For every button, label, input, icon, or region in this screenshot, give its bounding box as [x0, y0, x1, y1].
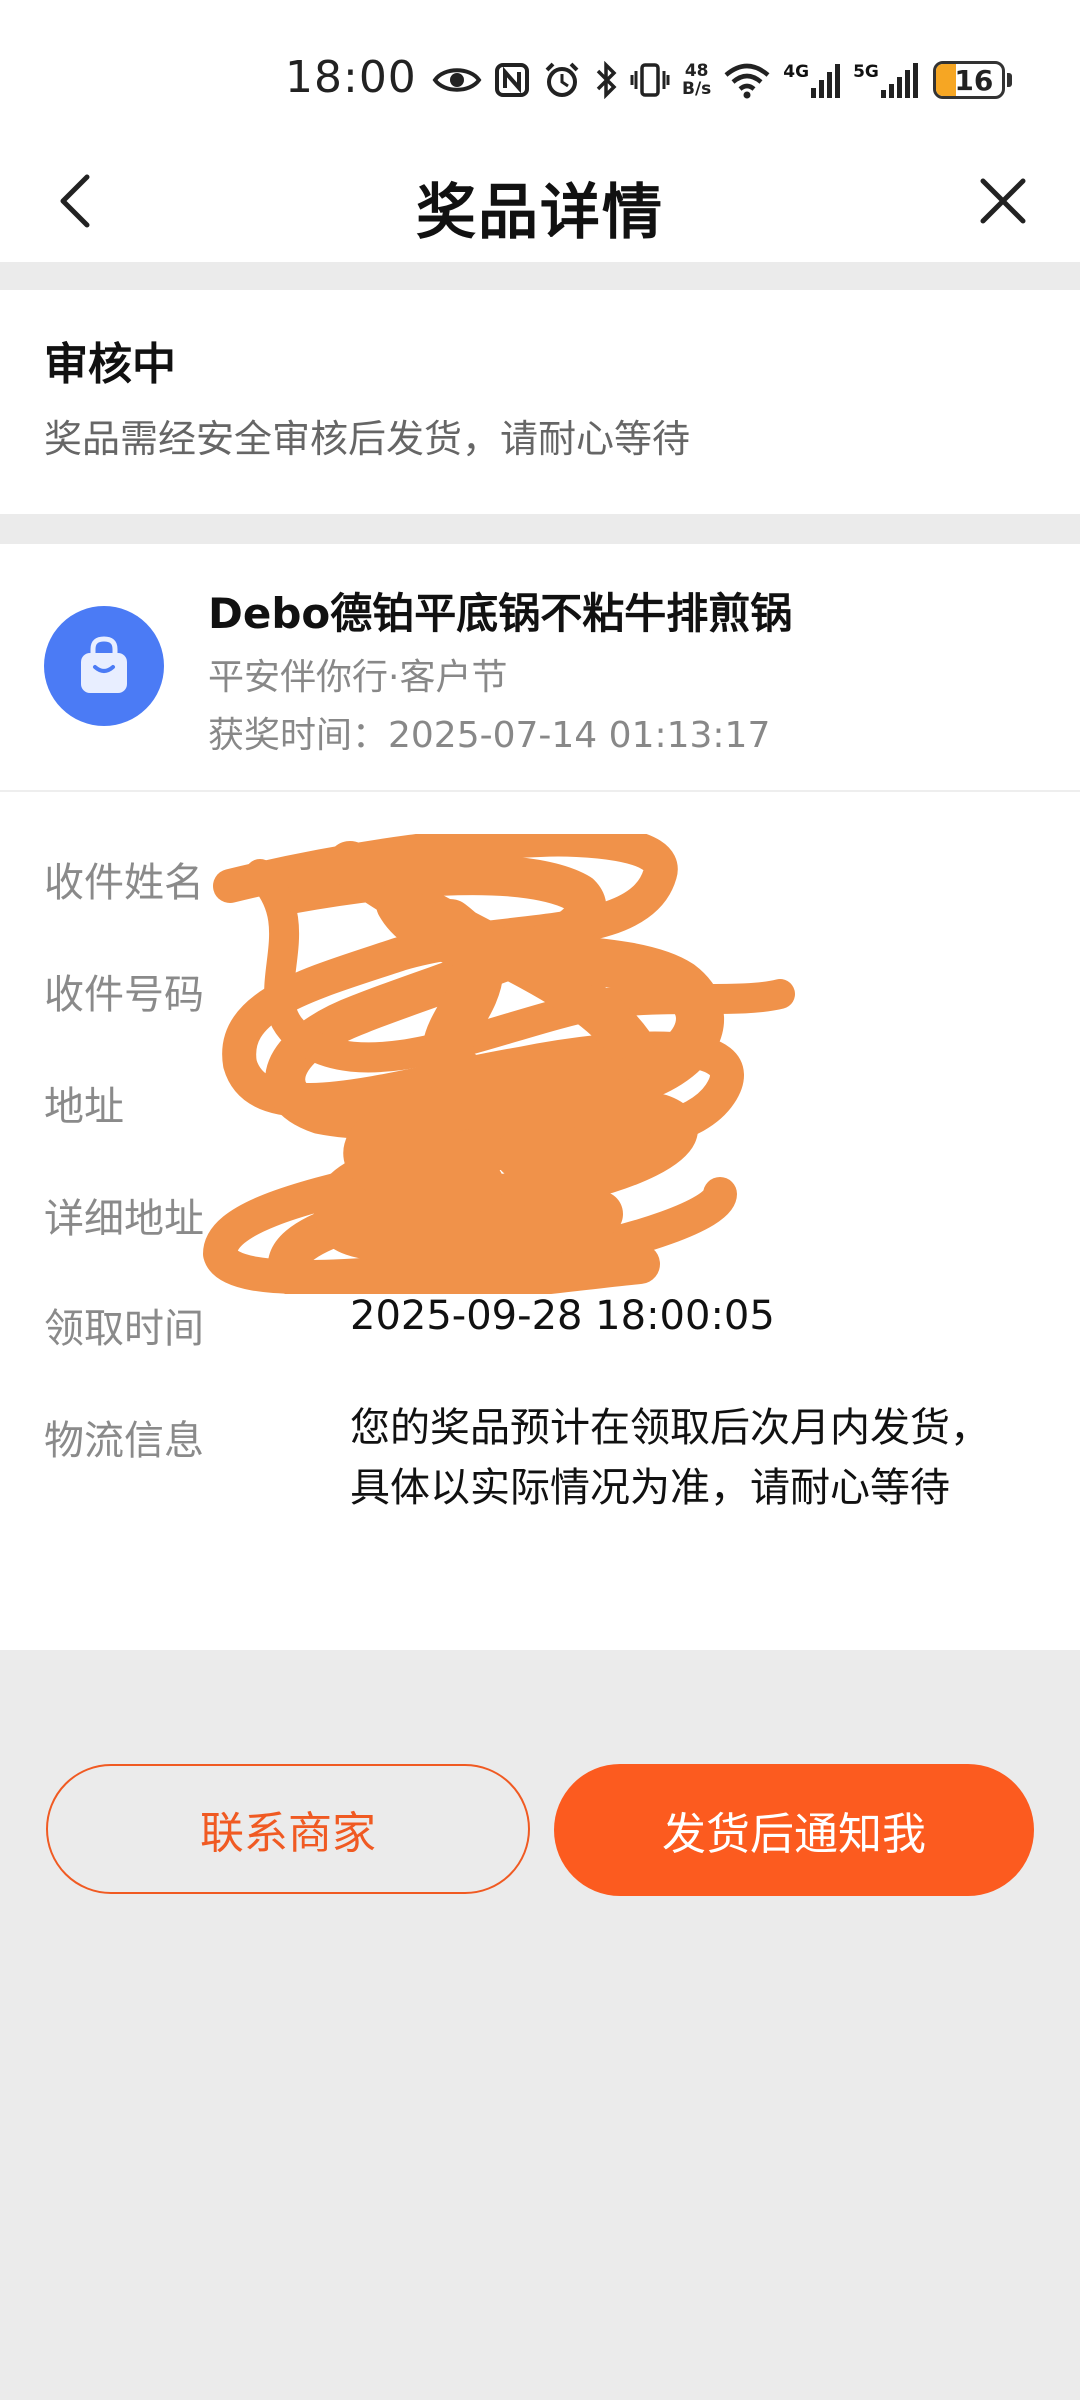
battery-level: 16 — [954, 63, 994, 97]
redaction-scribble — [203, 834, 795, 1294]
net-speed-unit: B/s — [682, 79, 712, 99]
sim2-signal: 5G — [853, 62, 921, 98]
net-speed-value: 48 — [684, 61, 709, 81]
close-icon — [980, 178, 1026, 224]
network-speed: 48 B/s — [682, 62, 711, 98]
status-time: 18:00 — [285, 52, 417, 103]
close-button[interactable] — [968, 166, 1038, 236]
detail-address-label: 详细地址 — [44, 1196, 204, 1242]
vibrate-icon — [630, 63, 670, 97]
prize-detail-card: Debo德铂平底锅不粘牛排煎锅 平安伴你行·客户节 获奖时间：2025-07-1… — [0, 544, 1080, 1650]
page-title: 奖品详情 — [416, 178, 664, 248]
claim-time-value: 2025-09-28 18:00:05 — [350, 1293, 775, 1339]
review-status-card: 审核中 奖品需经安全审核后发货，请耐心等待 — [0, 290, 1080, 514]
recipient-name-label: 收件姓名 — [44, 860, 204, 906]
battery-cap — [1006, 73, 1012, 87]
status-bar: 18:00 48 B/s 4G 5G 16 — [0, 0, 1080, 140]
claim-time-label: 领取时间 — [44, 1306, 204, 1352]
status-icons: 48 B/s 4G 5G 16 — [432, 56, 1012, 104]
nav-bar: 奖品详情 — [0, 140, 1080, 262]
alarm-icon — [545, 62, 579, 97]
logistics-label: 物流信息 — [44, 1418, 204, 1464]
review-status-description: 奖品需经安全审核后发货，请耐心等待 — [44, 417, 691, 461]
action-bar: 联系商家 发货后通知我 — [0, 1764, 1080, 1898]
recipient-phone-label: 收件号码 — [44, 972, 204, 1018]
prize-name: Debo德铂平底锅不粘牛排煎锅 — [208, 589, 793, 638]
shopping-bag-icon — [44, 606, 164, 726]
wifi-icon — [724, 63, 770, 99]
review-status-title: 审核中 — [44, 339, 176, 390]
signal-icon — [880, 63, 918, 98]
sim1-label: 4G — [783, 62, 810, 82]
logistics-value: 您的奖品预计在领取后次月内发货，具体以实际情况为准，请耐心等待 — [350, 1405, 990, 1511]
sim1-signal: 4G — [783, 62, 841, 98]
notify-after-shipping-button[interactable]: 发货后通知我 — [554, 1764, 1034, 1896]
signal-icon — [811, 64, 841, 98]
address-label: 地址 — [44, 1084, 124, 1130]
nfc-icon — [495, 63, 529, 97]
prize-activity: 平安伴你行·客户节 — [208, 657, 508, 698]
battery-indicator: 16 — [932, 61, 1005, 99]
contact-merchant-button[interactable]: 联系商家 — [46, 1764, 530, 1894]
prize-award-time: 获奖时间：2025-07-14 01:13:17 — [208, 715, 771, 756]
eye-icon — [432, 68, 482, 92]
bluetooth-icon — [596, 61, 617, 99]
divider — [0, 790, 1080, 792]
sim2-label: 5G — [853, 62, 879, 82]
